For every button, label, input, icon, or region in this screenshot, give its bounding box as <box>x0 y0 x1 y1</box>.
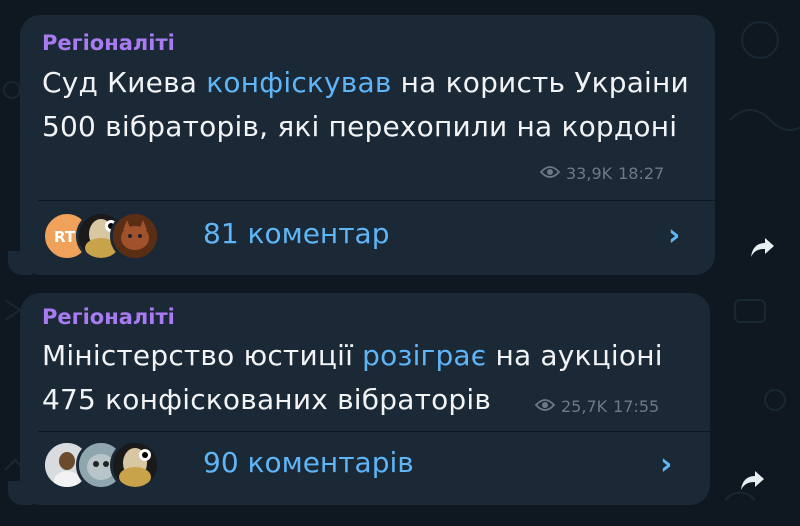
channel-name[interactable]: Регіоналіті <box>42 31 175 55</box>
post-text: Суд Киeва конфіскував на користь Украiни… <box>42 61 702 149</box>
post-text-start: Суд Киeва <box>42 66 207 99</box>
chevron-right-icon[interactable]: › <box>660 447 672 482</box>
share-arrow-icon[interactable] <box>745 229 781 265</box>
eye-icon <box>539 164 561 183</box>
channel-post-2[interactable]: Регіоналіті Міністерство юстиції розігра… <box>20 293 710 505</box>
hashtag-link[interactable]: розіграє <box>362 339 486 372</box>
eye-icon <box>534 397 556 416</box>
chevron-right-icon[interactable]: › <box>668 218 680 253</box>
avatar <box>110 211 160 261</box>
divider <box>38 431 710 432</box>
post-meta: 33,9K 18:27 <box>539 164 665 183</box>
post-text-start: Міністерство юстиції <box>42 339 363 372</box>
post-meta: 25,7K 17:55 <box>534 397 660 416</box>
channel-post-1[interactable]: Регіоналіті Суд Киeва конфіскував на кор… <box>20 15 715 275</box>
post-time: 17:55 <box>613 397 660 416</box>
views-count: 25,7K <box>561 397 608 416</box>
share-arrow-icon[interactable] <box>735 462 771 498</box>
comments-link[interactable]: 90 коментарів <box>203 446 414 479</box>
commenter-avatars <box>42 440 160 490</box>
avatar <box>110 440 160 490</box>
avatar-initials: RT <box>54 228 76 246</box>
bubble-tail <box>8 251 32 275</box>
views-count: 33,9K <box>566 164 613 183</box>
divider <box>38 200 715 201</box>
post-time: 18:27 <box>618 164 665 183</box>
channel-name[interactable]: Регіоналіті <box>42 305 175 329</box>
comments-link[interactable]: 81 коментар <box>203 217 389 250</box>
hashtag-link[interactable]: конфіскував <box>206 66 391 99</box>
commenter-avatars: RT <box>42 211 160 261</box>
bubble-tail <box>8 481 32 505</box>
